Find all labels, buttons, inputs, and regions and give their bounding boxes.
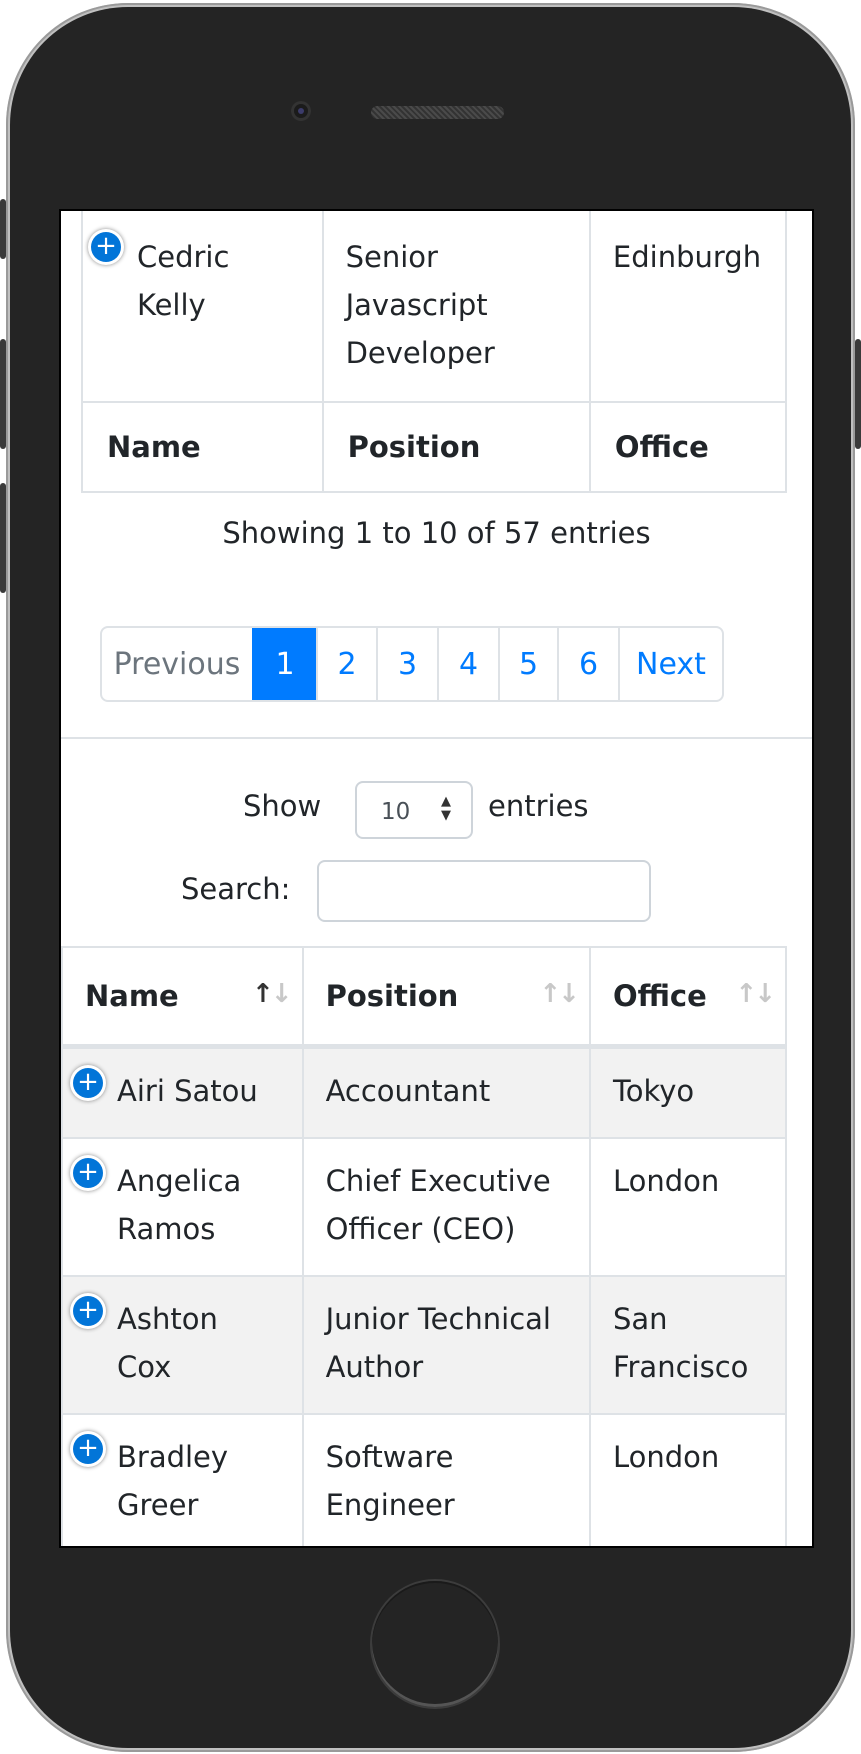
show-label: Show bbox=[243, 789, 322, 823]
search-label: Search: bbox=[181, 872, 291, 906]
page-6-button[interactable]: 6 bbox=[557, 628, 618, 700]
table-row[interactable]: + Bradley Greer Software Engineer London bbox=[61, 1413, 788, 1546]
table-header-row: Name ↑↓ Position ↑↓ Office ↑↓ bbox=[61, 946, 788, 1049]
cell-text: Ashton Cox bbox=[117, 1302, 218, 1384]
name-cell: + Airi Satou bbox=[61, 1045, 304, 1139]
table-row[interactable]: + Airi Satou Accountant Tokyo bbox=[61, 1045, 788, 1139]
entries-select[interactable]: 10 ▲ ▼ bbox=[355, 781, 473, 839]
pagination: Previous 1 2 3 4 5 6 Next bbox=[100, 626, 724, 702]
position-cell: Chief Executive Officer (CEO) bbox=[301, 1137, 591, 1277]
power-button bbox=[855, 339, 861, 449]
name-column-header[interactable]: Name ↑↓ bbox=[61, 946, 304, 1049]
header-label: Position bbox=[325, 979, 459, 1013]
office-cell: London bbox=[588, 1137, 788, 1277]
plus-circle-icon[interactable]: + bbox=[91, 232, 121, 262]
volume-down-button bbox=[0, 483, 6, 593]
page-5-button[interactable]: 5 bbox=[498, 628, 557, 700]
office-column-header[interactable]: Office ↑↓ bbox=[588, 946, 788, 1049]
sort-arrows-icon: ↑↓ bbox=[735, 979, 776, 1009]
sort-arrows-icon: ↑↓ bbox=[251, 979, 293, 1009]
plus-circle-icon[interactable]: + bbox=[73, 1158, 103, 1188]
page-2-button[interactable]: 2 bbox=[316, 628, 376, 700]
employees-table: Name ↑↓ Position ↑↓ Office ↑↓ + Airi Sat… bbox=[61, 946, 788, 1546]
plus-circle-icon[interactable]: + bbox=[73, 1296, 103, 1326]
name-cell: + Ashton Cox bbox=[61, 1275, 304, 1415]
office-cell: Tokyo bbox=[588, 1045, 788, 1139]
position-column-header[interactable]: Position ↑↓ bbox=[301, 946, 591, 1049]
table-row[interactable]: + Angelica Ramos Chief Executive Officer… bbox=[61, 1137, 788, 1277]
divider bbox=[61, 737, 812, 739]
home-button[interactable] bbox=[372, 1581, 498, 1707]
name-cell: + Angelica Ramos bbox=[61, 1137, 304, 1277]
position-cell: Senior Javascript Developer bbox=[321, 211, 591, 403]
search-input[interactable] bbox=[317, 860, 651, 922]
page-1-button[interactable]: 1 bbox=[252, 628, 316, 700]
cell-text: Angelica Ramos bbox=[117, 1164, 242, 1246]
earpiece-speaker bbox=[371, 106, 504, 119]
header-label: Name bbox=[85, 979, 179, 1013]
footer-office: Office bbox=[588, 401, 788, 493]
office-cell: San Francisco bbox=[588, 1275, 788, 1415]
volume-up-button bbox=[0, 339, 6, 449]
office-cell: Edinburgh bbox=[588, 211, 788, 403]
cell-text: Bradley Greer bbox=[117, 1440, 229, 1522]
table-row[interactable]: + Ashton Cox Junior Technical Author San… bbox=[61, 1275, 788, 1415]
position-cell: Software Engineer bbox=[301, 1413, 591, 1546]
sort-arrows-icon: ↑↓ bbox=[539, 979, 580, 1009]
previous-button[interactable]: Previous bbox=[102, 628, 252, 700]
header-label: Office bbox=[612, 979, 707, 1013]
footer-position: Position bbox=[321, 401, 591, 493]
mute-switch bbox=[0, 199, 6, 259]
previous-table: + Cedric Kelly Senior Javascript Develop… bbox=[81, 211, 788, 493]
name-cell: + Cedric Kelly bbox=[81, 211, 324, 403]
entries-select-value: 10 bbox=[381, 799, 411, 825]
cell-text: Airi Satou bbox=[117, 1074, 258, 1108]
table-row[interactable]: + Cedric Kelly Senior Javascript Develop… bbox=[81, 211, 788, 403]
name-cell: + Bradley Greer bbox=[61, 1413, 304, 1546]
plus-circle-icon[interactable]: + bbox=[73, 1434, 103, 1464]
page-3-button[interactable]: 3 bbox=[376, 628, 437, 700]
table-info-text: Showing 1 to 10 of 57 entries bbox=[222, 516, 651, 550]
next-button[interactable]: Next bbox=[618, 628, 722, 700]
page-4-button[interactable]: 4 bbox=[437, 628, 498, 700]
plus-circle-icon[interactable]: + bbox=[73, 1068, 103, 1098]
front-camera bbox=[291, 101, 311, 121]
cell-text: Cedric Kelly bbox=[137, 240, 230, 322]
table-footer-row: Name Position Office bbox=[81, 401, 788, 493]
screen: + Cedric Kelly Senior Javascript Develop… bbox=[59, 209, 814, 1548]
position-cell: Accountant bbox=[301, 1045, 591, 1139]
select-arrows-icon: ▲ ▼ bbox=[441, 794, 451, 823]
entries-label: entries bbox=[488, 789, 589, 823]
footer-name: Name bbox=[81, 401, 324, 493]
entries-length-control: Show 10 ▲ ▼ entries bbox=[61, 779, 812, 839]
phone-frame: + Cedric Kelly Senior Javascript Develop… bbox=[0, 3, 861, 1752]
office-cell: London bbox=[588, 1413, 788, 1546]
position-cell: Junior Technical Author bbox=[301, 1275, 591, 1415]
